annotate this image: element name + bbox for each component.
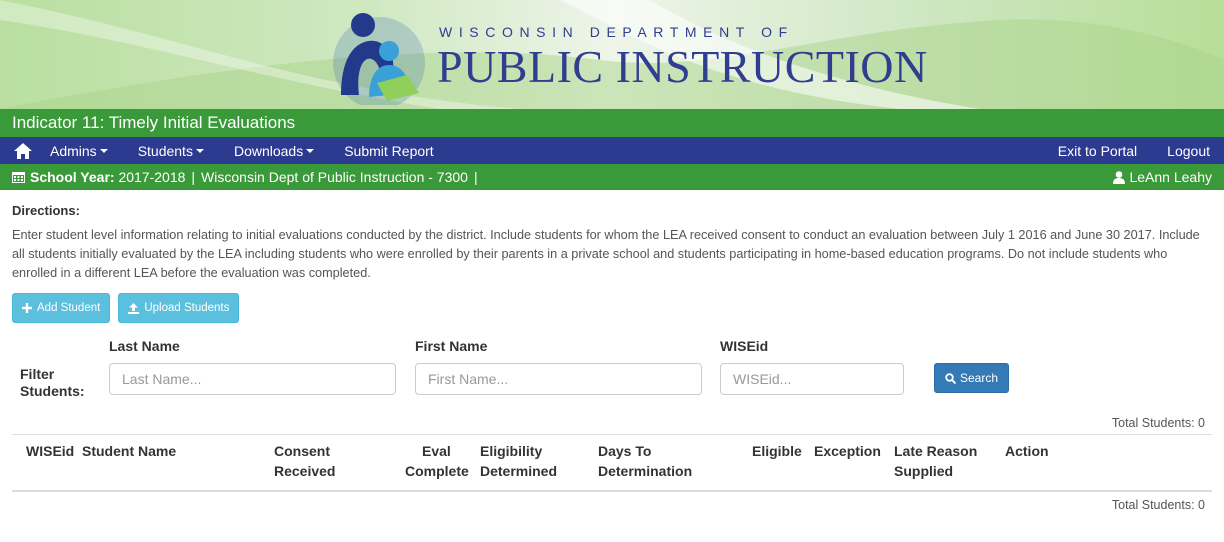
action-buttons: Add Student Upload Students	[12, 293, 1212, 323]
separator: |	[473, 169, 478, 185]
nav-admins-label: Admins	[50, 142, 97, 159]
nav-students[interactable]: Students	[138, 143, 204, 159]
main-nav: Admins Students Downloads Submit Report …	[0, 137, 1224, 164]
filter-label-line1: Filter	[20, 366, 55, 382]
add-student-label: Add Student	[37, 302, 101, 314]
wiseid-label: WISEid	[720, 338, 769, 354]
user-menu[interactable]: LeAnn Leahy	[1113, 169, 1212, 185]
col-action-text: Action	[1005, 443, 1049, 459]
upload-icon	[128, 302, 140, 314]
col-consent-received[interactable]: Consent Received	[274, 435, 405, 491]
search-button-label: Search	[960, 371, 999, 385]
nav-downloads[interactable]: Downloads	[233, 142, 315, 159]
col-eligibility-line2: Determined	[480, 463, 558, 479]
upload-students-button[interactable]: Upload Students	[118, 293, 240, 323]
filter-label-line2: Students:	[20, 383, 85, 399]
col-eval-line2: Complete	[405, 463, 469, 479]
logo-line2: PUBLIC INSTRUCTION	[437, 41, 928, 92]
first-name-input[interactable]: First Name...	[415, 363, 702, 395]
col-eligibility-line1: Eligibility	[480, 443, 543, 459]
nav-downloads-label: Downloads	[233, 142, 304, 159]
school-year-bar: School Year: 2017-2018 | Wisconsin Dept …	[0, 164, 1224, 190]
directions-title: Directions:	[12, 203, 80, 218]
school-year-label: School Year:	[30, 169, 115, 185]
logout-link[interactable]: Logout	[1167, 143, 1210, 159]
organization-name: Wisconsin Dept of Public Instruction - 7…	[201, 169, 468, 185]
chevron-down-icon	[195, 148, 204, 153]
add-student-button[interactable]: Add Student	[12, 293, 111, 323]
total-students-bottom: Total Students: 0	[1111, 497, 1205, 512]
last-name-label: Last Name	[109, 338, 180, 354]
filter-form: Last Name First Name WISEid Filter Stude…	[12, 323, 1212, 409]
plus-icon	[22, 303, 32, 313]
col-days-to-determination[interactable]: Days To Determination	[598, 435, 752, 491]
filter-students-label: Filter Students:	[20, 366, 85, 400]
upload-students-label: Upload Students	[144, 302, 230, 314]
col-exception[interactable]: Exception	[814, 435, 894, 491]
app-title: Indicator 11: Timely Initial Evaluations	[12, 113, 296, 132]
col-student-name-text: Student Name	[82, 443, 177, 459]
col-days-line1: Days To	[598, 443, 652, 459]
calendar-icon	[12, 172, 25, 183]
col-eval-complete[interactable]: Eval Complete	[405, 435, 480, 491]
header-banner: WISCONSIN DEPARTMENT OF PUBLIC INSTRUCTI…	[0, 0, 1224, 109]
user-name: LeAnn Leahy	[1129, 169, 1212, 185]
col-wiseid-text: WISEid	[26, 443, 75, 459]
col-eligibility-determined[interactable]: Eligibility Determined	[480, 435, 598, 491]
col-wiseid[interactable]: WISEid	[12, 435, 76, 491]
nav-submit-report-label: Submit Report	[344, 142, 434, 159]
nav-students-label: Students	[137, 142, 193, 159]
chevron-down-icon	[306, 148, 315, 153]
col-eligible[interactable]: Eligible	[752, 435, 814, 491]
main-content: Directions: Enter student level informat…	[0, 203, 1224, 512]
col-student-name[interactable]: Student Name	[76, 435, 274, 491]
home-icon	[14, 142, 32, 159]
wiseid-input[interactable]: WISEid...	[720, 363, 904, 395]
col-days-line2: Determination	[598, 463, 693, 479]
nav-admins[interactable]: Admins	[50, 143, 108, 159]
search-icon	[945, 372, 956, 384]
col-action[interactable]: Action	[1005, 435, 1212, 491]
table-header-row: WISEid Student Name Consent Received Eval…	[12, 434, 1212, 491]
directions-text: Enter student level information relating…	[12, 228, 1200, 280]
school-year-value: 2017-2018	[118, 169, 186, 185]
col-eval-line1: Eval	[422, 443, 451, 459]
logo-figures-icon	[333, 13, 425, 109]
col-eligible-text: Eligible	[752, 443, 802, 459]
exit-to-portal-link[interactable]: Exit to Portal	[1058, 143, 1137, 159]
col-consent-line2: Received	[274, 463, 336, 479]
col-late-reason-line1: Late Reason	[894, 443, 978, 459]
separator: |	[191, 169, 196, 185]
logo-line1: WISCONSIN DEPARTMENT OF	[439, 24, 794, 40]
first-name-label: First Name	[415, 338, 488, 354]
chevron-down-icon	[99, 148, 108, 153]
students-table: WISEid Student Name Consent Received Eval…	[12, 434, 1212, 492]
home-button[interactable]	[8, 137, 38, 164]
search-button[interactable]: Search	[934, 363, 1010, 393]
col-late-reason-supplied[interactable]: Late Reason Supplied	[894, 435, 1005, 491]
nav-submit-report[interactable]: Submit Report	[344, 143, 433, 159]
last-name-input[interactable]: Last Name...	[109, 363, 396, 395]
col-consent-line1: Consent	[274, 443, 330, 459]
total-students-top: Total Students: 0	[1111, 416, 1205, 430]
col-late-reason-line2: Supplied	[894, 463, 954, 479]
col-exception-text: Exception	[814, 443, 881, 459]
dpi-logo: WISCONSIN DEPARTMENT OF PUBLIC INSTRUCTI…	[323, 5, 927, 109]
user-icon	[1113, 170, 1126, 184]
app-title-bar: Indicator 11: Timely Initial Evaluations	[0, 109, 1224, 137]
